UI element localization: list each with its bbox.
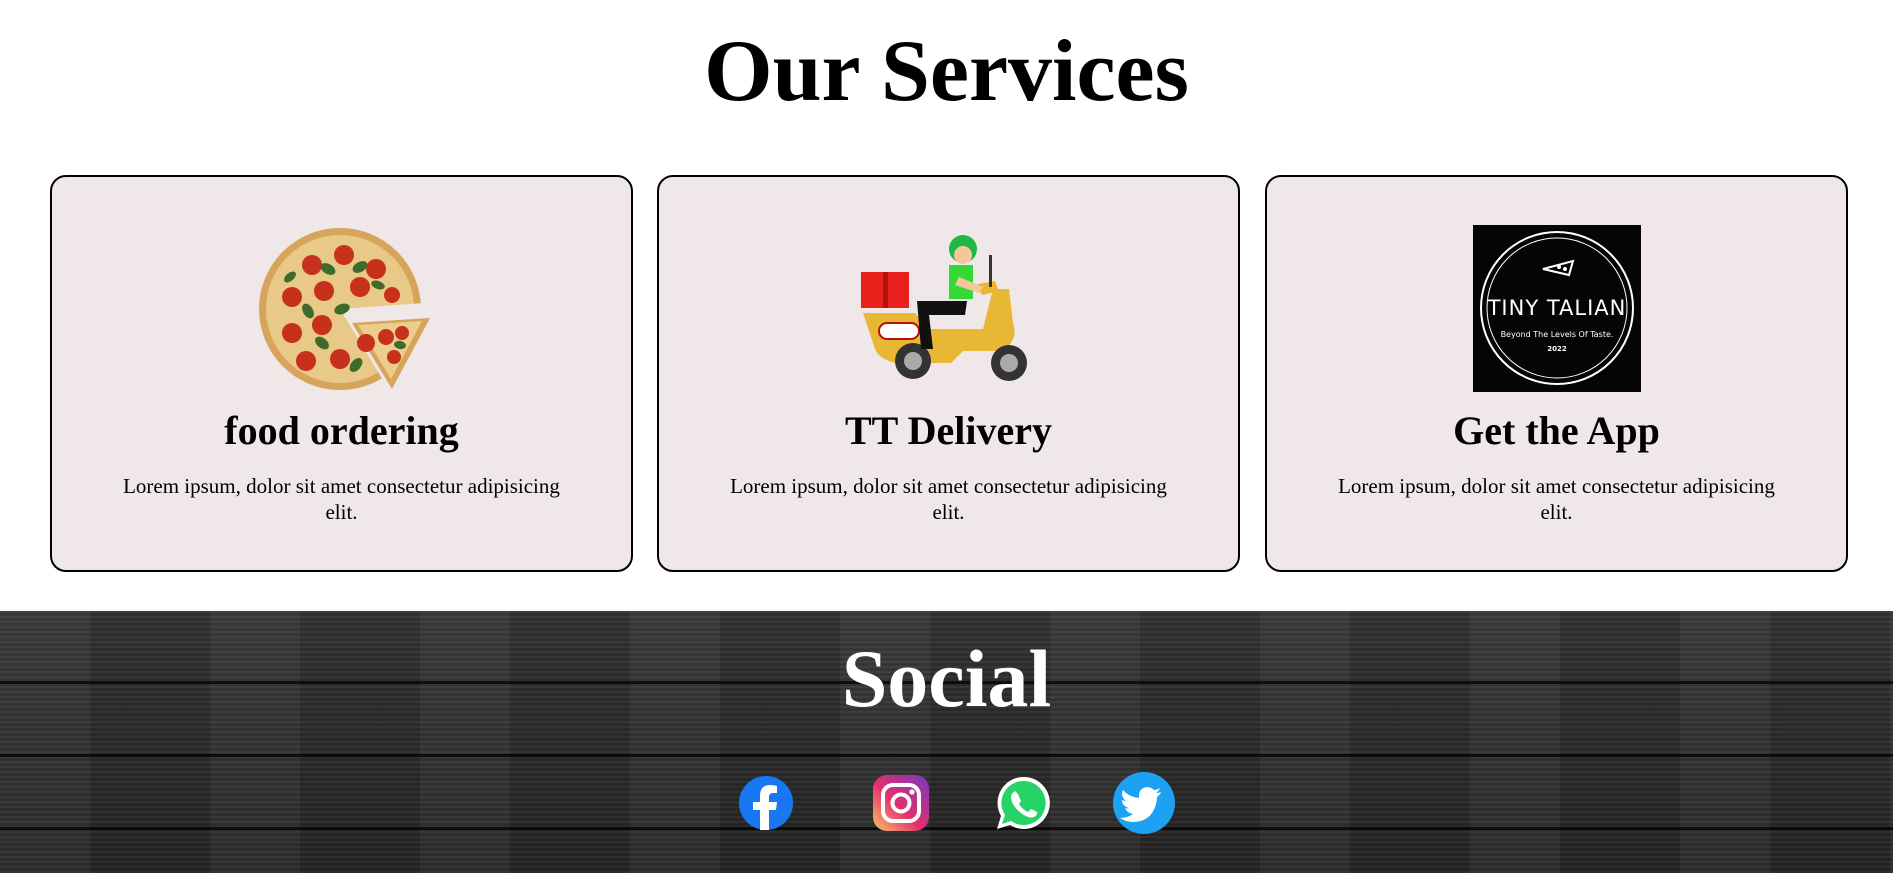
instagram-icon[interactable] [872, 774, 930, 832]
social-section: Social [0, 611, 1893, 873]
card-text: Lorem ipsum, dolor sit amet consectetur … [730, 474, 1167, 524]
tiny-talian-logo: TINY TALIAN Beyond The Levels Of Taste. … [1472, 225, 1641, 392]
logo-year: 2022 [1547, 345, 1567, 353]
services-title: Our Services [704, 23, 1189, 120]
service-card-food-ordering: food ordering Lorem ipsum, dolor sit ame… [50, 175, 633, 572]
delivery-scooter-image [860, 235, 1027, 381]
card-title: Get the App [1453, 408, 1660, 453]
facebook-icon[interactable] [737, 774, 795, 832]
pizza-image [258, 228, 430, 390]
service-card-tt-delivery: TT Delivery Lorem ipsum, dolor sit amet … [657, 175, 1240, 572]
card-title: TT Delivery [844, 408, 1052, 453]
card-text: Lorem ipsum, dolor sit amet consectetur … [123, 474, 560, 524]
service-card-get-the-app: TINY TALIAN Beyond The Levels Of Taste. … [1265, 175, 1848, 572]
card-title: food ordering [224, 408, 459, 453]
services-cards: food ordering Lorem ipsum, dolor sit ame… [50, 175, 1850, 572]
logo-tagline: Beyond The Levels Of Taste. [1500, 330, 1613, 339]
social-title: Social [841, 633, 1052, 724]
twitter-icon[interactable] [1112, 771, 1176, 835]
logo-brand: TINY TALIAN [1486, 296, 1626, 320]
whatsapp-icon[interactable] [994, 774, 1052, 832]
card-text: Lorem ipsum, dolor sit amet consectetur … [1338, 474, 1775, 524]
